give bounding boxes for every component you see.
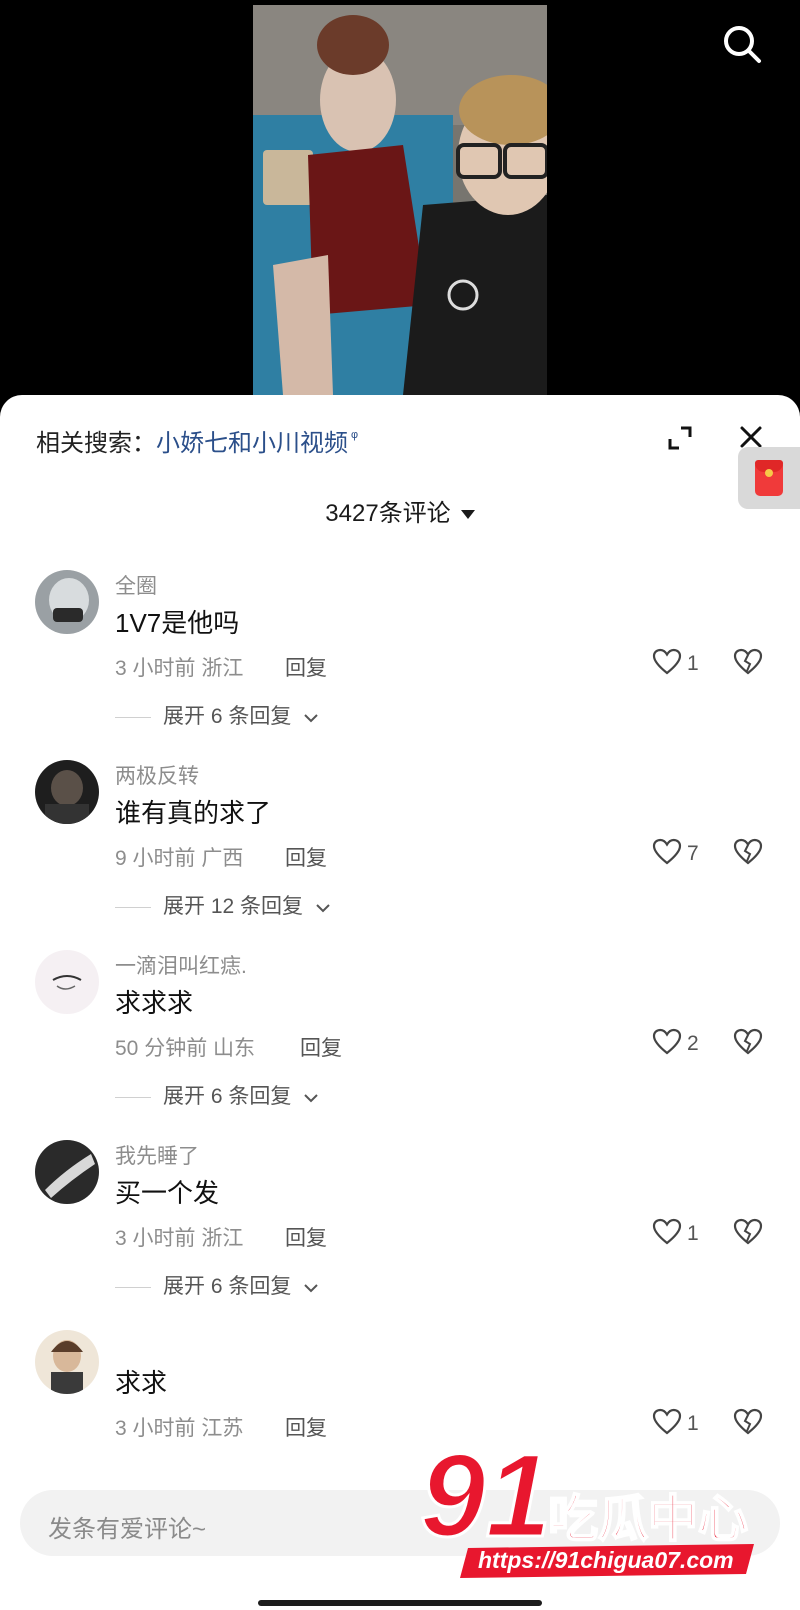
comment-input-placeholder: 发条有爱评论~ bbox=[48, 1516, 207, 1543]
comment-text: 买一个发 bbox=[115, 1178, 220, 1208]
expand-replies[interactable]: 展开 12 条回复 bbox=[115, 890, 331, 920]
reply-button[interactable]: 回复 bbox=[285, 1222, 327, 1252]
expand-replies[interactable]: 展开 6 条回复 bbox=[115, 1080, 319, 1110]
avatar[interactable] bbox=[35, 1330, 99, 1394]
comment-text: 求求求 bbox=[115, 988, 194, 1018]
broken-heart-icon[interactable] bbox=[733, 838, 763, 871]
comment-count: 3427条评论 bbox=[325, 500, 451, 527]
video-player[interactable] bbox=[0, 0, 800, 400]
expand-replies[interactable]: 展开 6 条回复 bbox=[115, 700, 319, 730]
broken-heart-icon[interactable] bbox=[733, 1408, 763, 1441]
like-count: 1 bbox=[687, 1222, 699, 1245]
like-count: 1 bbox=[687, 1412, 699, 1435]
broken-heart-icon[interactable] bbox=[733, 648, 763, 681]
heart-icon[interactable] bbox=[652, 648, 682, 681]
comment-text: 谁有真的求了 bbox=[115, 798, 272, 828]
comment-username[interactable]: 两极反转 bbox=[115, 760, 199, 790]
divider bbox=[115, 716, 151, 718]
heart-icon[interactable] bbox=[652, 1218, 682, 1251]
divider bbox=[115, 906, 151, 908]
search-icon[interactable] bbox=[720, 22, 764, 66]
reply-button[interactable]: 回复 bbox=[285, 652, 327, 682]
comment-meta: 9 小时前 广西 bbox=[115, 847, 244, 870]
comment-item: 两极反转 谁有真的求了 9 小时前 广西 回复 7 展开 12 条回复 bbox=[0, 760, 800, 950]
site-watermark: 91 吃瓜中心 https://91chigua07.com bbox=[419, 1429, 790, 1584]
heart-icon[interactable] bbox=[652, 1028, 682, 1061]
avatar[interactable] bbox=[35, 1140, 99, 1204]
related-search-glyph: ᵠ bbox=[351, 429, 359, 446]
comment-item: 一滴泪叫红痣. 求求求 50 分钟前 山东 回复 2 展开 6 条回复 bbox=[0, 950, 800, 1140]
comment-meta: 3 小时前 浙江 bbox=[115, 657, 244, 680]
expand-replies-label: 展开 6 条回复 bbox=[163, 705, 292, 728]
divider bbox=[115, 1096, 151, 1098]
comment-item: 我先睡了 买一个发 3 小时前 浙江 回复 1 展开 6 条回复 bbox=[0, 1140, 800, 1330]
expand-replies-label: 展开 6 条回复 bbox=[163, 1085, 292, 1108]
chevron-down-icon bbox=[304, 1284, 318, 1293]
watermark-url: https://91chigua07.com bbox=[478, 1547, 734, 1573]
watermark-number: 91 bbox=[420, 1444, 551, 1562]
like-count: 2 bbox=[687, 1032, 699, 1055]
divider bbox=[115, 1286, 151, 1288]
chevron-down-icon bbox=[316, 904, 330, 913]
related-search[interactable]: 相关搜索：小娇七和小川视频 ᵠ bbox=[36, 423, 358, 458]
comment-text: 求求 bbox=[115, 1368, 168, 1398]
like-count: 7 bbox=[687, 842, 699, 865]
comment-text: 1V7是他吗 bbox=[115, 608, 240, 638]
expand-replies-label: 展开 6 条回复 bbox=[163, 1275, 292, 1298]
comment-username[interactable]: 一滴泪叫红痣. bbox=[115, 950, 247, 980]
related-search-term[interactable]: 小娇七和小川视频 bbox=[156, 430, 348, 457]
expand-icon[interactable] bbox=[667, 425, 693, 451]
chevron-down-icon bbox=[304, 714, 318, 723]
comment-item: 全圈 1V7是他吗 3 小时前 浙江 回复 1 展开 6 条回复 bbox=[0, 570, 800, 760]
chevron-down-icon bbox=[304, 1094, 318, 1103]
expand-replies-label: 展开 12 条回复 bbox=[163, 895, 304, 918]
avatar[interactable] bbox=[35, 950, 99, 1014]
avatar[interactable] bbox=[35, 570, 99, 634]
heart-icon[interactable] bbox=[652, 838, 682, 871]
reply-button[interactable]: 回复 bbox=[285, 1412, 327, 1442]
broken-heart-icon[interactable] bbox=[733, 1218, 763, 1251]
comment-count-dropdown[interactable]: 3427条评论 bbox=[0, 493, 800, 528]
comment-meta: 3 小时前 江苏 bbox=[115, 1417, 244, 1440]
chevron-down-icon bbox=[460, 510, 475, 520]
heart-icon[interactable] bbox=[652, 1408, 682, 1441]
watermark-name: 吃瓜中心 bbox=[548, 1490, 748, 1548]
related-search-label: 相关搜索： bbox=[36, 430, 156, 457]
broken-heart-icon[interactable] bbox=[733, 1028, 763, 1061]
red-packet-icon[interactable] bbox=[738, 447, 800, 509]
comment-username[interactable]: 全圈 bbox=[115, 570, 157, 600]
home-indicator[interactable] bbox=[258, 1600, 542, 1606]
comment-username[interactable]: 我先睡了 bbox=[115, 1140, 199, 1170]
reply-button[interactable]: 回复 bbox=[300, 1032, 342, 1062]
comment-meta: 3 小时前 浙江 bbox=[115, 1227, 244, 1250]
reply-button[interactable]: 回复 bbox=[285, 842, 327, 872]
comment-meta: 50 分钟前 山东 bbox=[115, 1037, 256, 1060]
like-count: 1 bbox=[687, 652, 699, 675]
video-frame bbox=[253, 5, 547, 395]
expand-replies[interactable]: 展开 6 条回复 bbox=[115, 1270, 319, 1300]
red-packet-bag bbox=[755, 460, 783, 496]
avatar[interactable] bbox=[35, 760, 99, 824]
comment-sheet: 相关搜索：小娇七和小川视频 ᵠ 3427条评论 全圈 1V7是他吗 3 小时前 浙… bbox=[0, 395, 800, 1610]
